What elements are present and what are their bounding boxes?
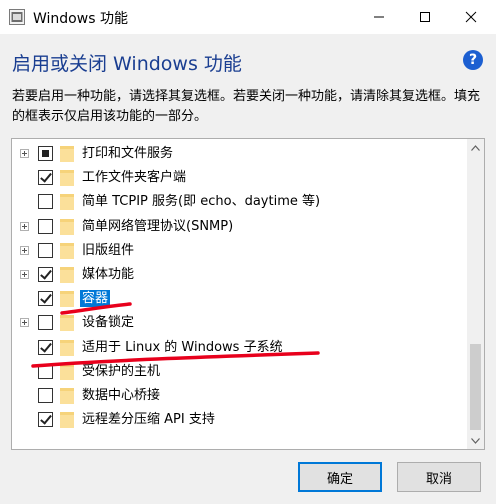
chevron-down-icon xyxy=(471,437,480,444)
scroll-down-button[interactable] xyxy=(467,432,484,449)
scroll-up-button[interactable] xyxy=(467,139,484,156)
feature-row[interactable]: 远程差分压缩 API 支持 xyxy=(12,408,464,432)
folder-icon xyxy=(60,412,74,429)
expand-plus-icon[interactable] xyxy=(20,318,29,328)
ok-button[interactable]: 确定 xyxy=(298,462,382,492)
feature-checkbox[interactable] xyxy=(38,146,53,161)
folder-icon xyxy=(60,291,74,308)
expand-plus-icon[interactable] xyxy=(20,149,29,158)
feature-checkbox[interactable] xyxy=(38,291,53,307)
feature-checkbox[interactable] xyxy=(38,388,53,403)
feature-checkbox[interactable] xyxy=(38,242,53,258)
vertical-scrollbar[interactable] xyxy=(467,139,484,449)
feature-row[interactable]: 适用于 Linux 的 Windows 子系统 xyxy=(12,336,464,360)
folder-icon xyxy=(60,218,74,235)
help-icon[interactable]: ? xyxy=(463,50,483,70)
close-button[interactable] xyxy=(448,0,494,34)
feature-checkbox[interactable] xyxy=(38,339,53,355)
feature-row[interactable]: 数据中心桥接 xyxy=(12,384,464,408)
feature-row[interactable]: 容器 xyxy=(12,287,464,311)
folder-icon xyxy=(60,339,74,356)
feature-checkbox[interactable] xyxy=(38,315,53,331)
page-title: 启用或关闭 Windows 功能 xyxy=(12,53,242,75)
expand-plus-icon[interactable] xyxy=(20,270,29,279)
feature-row[interactable]: 旧版组件 xyxy=(12,239,464,263)
feature-label: 简单 TCPIP 服务(即 echo、daytime 等) xyxy=(82,194,321,210)
feature-checkbox[interactable] xyxy=(38,218,53,234)
folder-icon xyxy=(60,388,74,404)
folder-icon xyxy=(60,146,74,162)
feature-label: 受保护的主机 xyxy=(82,363,161,379)
description-text: 若要启用一种功能，请选择其复选框。若要关闭一种功能，请清除其复选框。填充的框表示… xyxy=(12,89,481,124)
feature-label: 容器 xyxy=(80,290,111,308)
folder-icon xyxy=(60,242,74,259)
feature-checkbox[interactable] xyxy=(38,412,53,428)
feature-row[interactable]: 受保护的主机 xyxy=(12,360,464,384)
title-bar: Windows 功能 xyxy=(0,0,496,34)
minimize-button[interactable] xyxy=(356,0,402,34)
folder-icon xyxy=(60,267,74,283)
expand-plus-icon[interactable] xyxy=(20,221,29,231)
app-icon xyxy=(9,9,25,25)
folder-icon xyxy=(60,315,74,332)
feature-checkbox[interactable] xyxy=(38,363,53,379)
feature-label: 简单网络管理协议(SNMP) xyxy=(82,218,234,234)
feature-label: 适用于 Linux 的 Windows 子系统 xyxy=(82,339,283,355)
minimize-icon xyxy=(374,16,384,18)
window-title: Windows 功能 xyxy=(33,11,128,27)
feature-label: 媒体功能 xyxy=(82,267,135,282)
feature-label: 旧版组件 xyxy=(82,242,135,258)
folder-icon xyxy=(60,194,74,211)
feature-row[interactable]: 工作文件夹客户端 xyxy=(12,166,464,190)
feature-label: 工作文件夹客户端 xyxy=(82,170,187,186)
close-icon xyxy=(465,11,477,23)
feature-row[interactable]: 媒体功能 xyxy=(12,263,464,287)
features-tree: 打印和文件服务 工作文件夹客户端简单 TCPIP 服务(即 echo、daytim… xyxy=(11,138,485,450)
feature-label: 远程差分压缩 API 支持 xyxy=(82,412,215,428)
cancel-button[interactable]: 取消 xyxy=(397,462,481,492)
feature-checkbox[interactable] xyxy=(38,194,53,210)
feature-row[interactable]: 打印和文件服务 xyxy=(12,142,464,166)
feature-label: 数据中心桥接 xyxy=(82,388,161,403)
scroll-thumb[interactable] xyxy=(470,344,481,430)
maximize-button[interactable] xyxy=(402,0,448,34)
feature-label: 设备锁定 xyxy=(82,315,135,331)
chevron-up-icon xyxy=(471,144,480,151)
folder-icon xyxy=(60,170,74,187)
windows-features-dialog: Windows 功能 启用或关闭 Windows 功能 ? 若要启用一种功能，请… xyxy=(0,0,496,504)
feature-checkbox[interactable] xyxy=(38,170,53,186)
feature-row[interactable]: 设备锁定 xyxy=(12,311,464,335)
feature-checkbox[interactable] xyxy=(38,267,53,282)
folder-icon xyxy=(60,363,74,380)
feature-row[interactable]: 简单 TCPIP 服务(即 echo、daytime 等) xyxy=(12,190,464,214)
maximize-icon xyxy=(420,12,430,22)
feature-label: 打印和文件服务 xyxy=(82,146,174,161)
feature-row[interactable]: 简单网络管理协议(SNMP) xyxy=(12,215,464,239)
expand-plus-icon[interactable] xyxy=(20,245,29,255)
